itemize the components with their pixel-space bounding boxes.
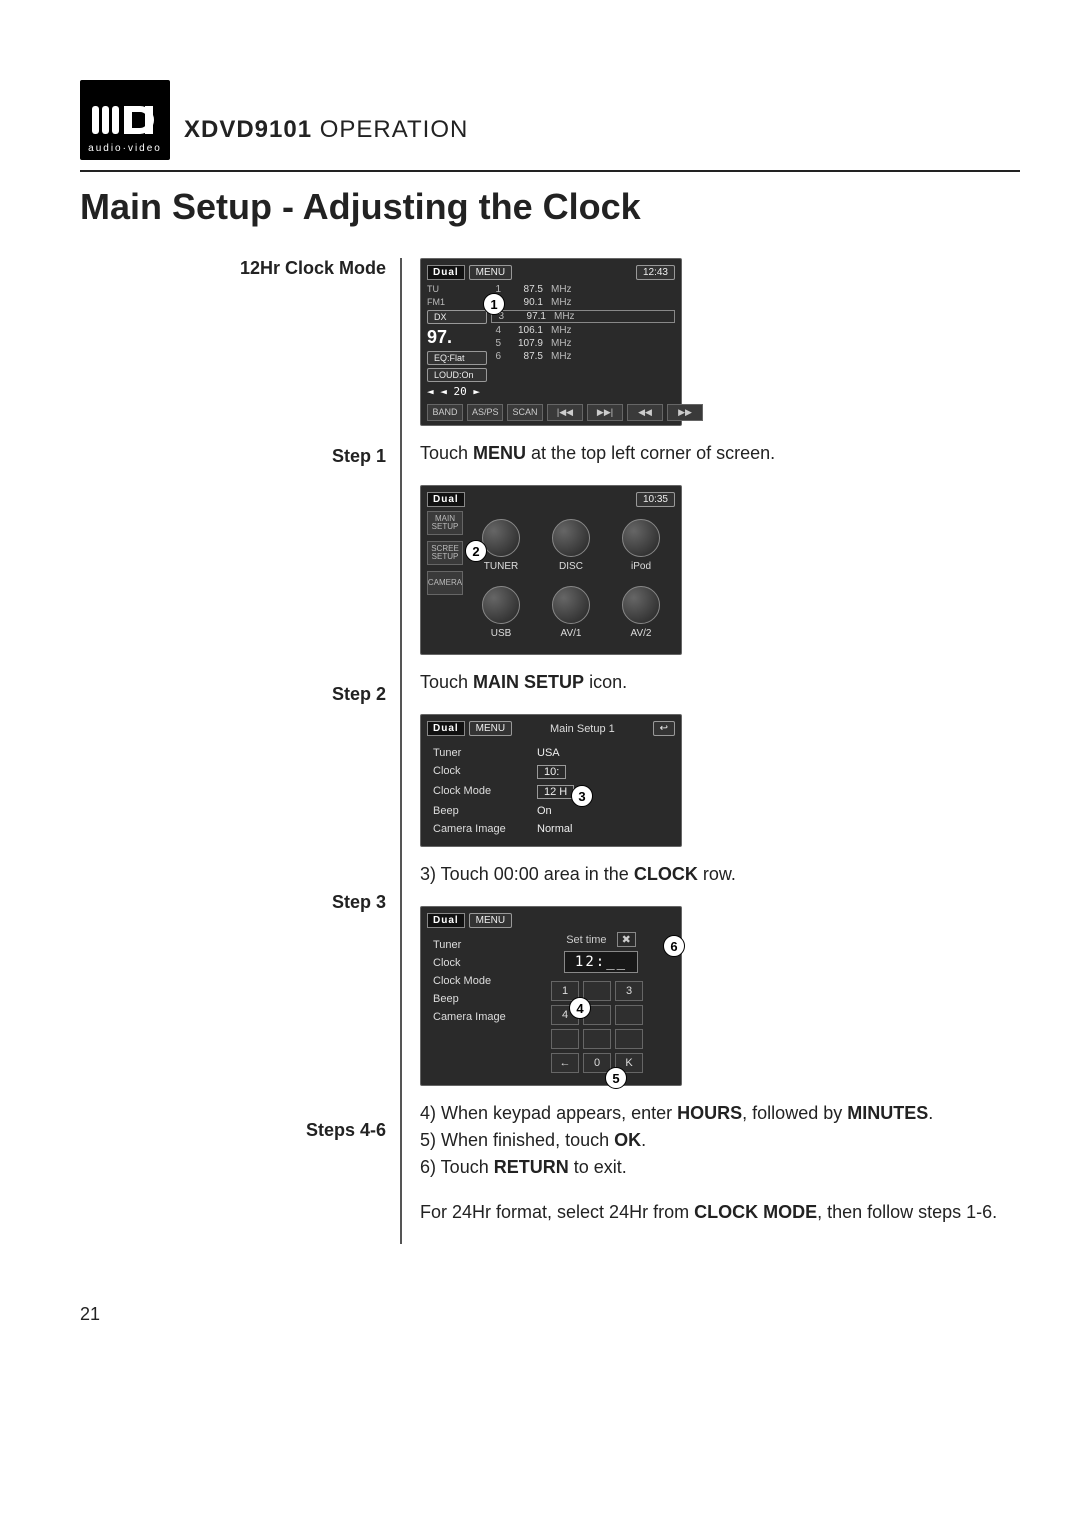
device-brand: Dual (427, 265, 465, 280)
preset-list: 187.5MHz 290.1MHz 397.1MHz 4106.1MHz 510… (491, 284, 675, 398)
key[interactable] (583, 1029, 611, 1049)
label-step1: Step 1 (190, 446, 386, 666)
settime-header: Set time ✖ (527, 932, 675, 947)
tag-eq: EQ:Flat (427, 351, 487, 365)
camera-icon[interactable]: CAMERA (427, 571, 463, 595)
steps46-text: 4) When keypad appears, enter HOURS, fol… (420, 1100, 1020, 1226)
right-column: Dual MENU 12:43 TU FM1 DX 97. EQ:Flat LO… (402, 258, 1020, 1244)
screenshot-setup1: Dual MENU Main Setup 1 ↩ TunerUSA Clock1… (420, 714, 682, 847)
usb-icon[interactable]: USB (473, 586, 529, 639)
volume-indicator: ◄ ◄ 20 ► (427, 385, 487, 398)
header-model: XDVD9101 (184, 116, 312, 143)
callout-6: 6 (663, 935, 685, 957)
brand-subtext: audio·video (88, 143, 162, 154)
preset-row: 290.1MHz (491, 297, 675, 308)
preset-row: 687.5MHz (491, 351, 675, 362)
preset-row: 187.5MHz (491, 284, 675, 295)
return-button[interactable]: ↩ (653, 721, 675, 736)
tag-dx: DX (427, 310, 487, 324)
scan-button[interactable]: SCAN (507, 404, 543, 421)
radio-buttons: BAND AS/PS SCAN |◀◀ ▶▶| ◀◀ ▶▶ (427, 404, 675, 421)
menu-button[interactable]: MENU (469, 721, 512, 736)
callout-3: 3 (571, 785, 593, 807)
key[interactable] (583, 981, 611, 1001)
disc-icon[interactable]: DISC (543, 519, 599, 572)
label-mode: 12Hr Clock Mode (190, 258, 386, 428)
page-number: 21 (80, 1304, 1020, 1325)
label-step2: Step 2 (190, 684, 386, 874)
row: Clock (427, 954, 527, 972)
tag-tu: TU (427, 284, 487, 294)
key[interactable] (551, 1029, 579, 1049)
preset-row: 4106.1MHz (491, 325, 675, 336)
tag-fm1: FM1 (427, 297, 487, 307)
numpad: 1 3 4 ← 0 K (547, 977, 655, 1077)
label-step3: Step 3 (190, 892, 386, 1102)
callout-2: 2 (465, 540, 487, 562)
setup-title: Main Setup 1 (516, 723, 648, 735)
screenshot-mainmenu: Dual 10:35 MAIN SETUP SCREE SETUP CAMERA… (420, 485, 682, 655)
tag-loud: LOUD:On (427, 368, 487, 382)
device-brand: Dual (427, 492, 465, 507)
setup-row-clock[interactable]: Clock10: (427, 762, 675, 782)
main-setup-icon[interactable]: MAIN SETUP (427, 511, 463, 535)
band-button[interactable]: BAND (427, 404, 463, 421)
menu-button[interactable]: MENU (469, 913, 512, 928)
row: Clock Mode (427, 972, 527, 990)
header-divider (80, 170, 1020, 172)
settime-left-list: Tuner Clock Clock Mode Beep Camera Image (427, 932, 527, 1077)
left-column: 12Hr Clock Mode Step 1 Step 2 Step 3 Ste… (190, 258, 400, 1244)
step2-text: Touch MAIN SETUP icon. (420, 669, 1020, 696)
time-display: 12:__ (564, 951, 638, 973)
forward-button[interactable]: ▶▶ (667, 404, 703, 421)
dual-logo-icon (90, 95, 160, 145)
big-frequency: 97. (427, 327, 487, 348)
callout-5: 5 (605, 1067, 627, 1089)
row: Beep (427, 990, 527, 1008)
device-brand: Dual (427, 913, 465, 928)
ipod-icon[interactable]: iPod (613, 519, 669, 572)
clock-display: 10:35 (636, 492, 675, 507)
key[interactable] (615, 1029, 643, 1049)
next-track-button[interactable]: ▶▶| (587, 404, 623, 421)
close-button[interactable]: ✖ (617, 932, 636, 947)
setup-row-camera: Camera ImageNormal (427, 820, 675, 838)
av2-icon[interactable]: AV/2 (613, 586, 669, 639)
content-grid: 12Hr Clock Mode Step 1 Step 2 Step 3 Ste… (190, 258, 1020, 1244)
clock-display: 12:43 (636, 265, 675, 280)
row: Tuner (427, 936, 527, 954)
menu-grid: TUNER DISC iPod USB AV/1 AV/2 (467, 511, 675, 647)
label-steps46: Steps 4-6 (190, 1120, 386, 1141)
preset-row-selected: 397.1MHz (491, 310, 675, 323)
av1-icon[interactable]: AV/1 (543, 586, 599, 639)
menu-button[interactable]: MENU (469, 265, 512, 280)
rewind-button[interactable]: ◀◀ (627, 404, 663, 421)
screenshot-settime: Dual MENU Tuner Clock Clock Mode Beep Ca… (420, 906, 682, 1086)
setup-row-beep: BeepOn (427, 802, 675, 820)
key[interactable] (615, 1005, 643, 1025)
callout-1: 1 (483, 293, 505, 315)
setup-row-tuner: TunerUSA (427, 744, 675, 762)
device-brand: Dual (427, 721, 465, 736)
brand-logo: audio·video (80, 80, 170, 160)
step1-text: Touch MENU at the top left corner of scr… (420, 440, 1020, 467)
setup-row-clockmode[interactable]: Clock Mode12 H (427, 782, 675, 802)
setup-list: TunerUSA Clock10: Clock Mode12 H BeepOn … (427, 740, 675, 842)
row: Camera Image (427, 1008, 527, 1026)
page-header: XDVD9101 OPERATION (184, 116, 468, 160)
asps-button[interactable]: AS/PS (467, 404, 503, 421)
step3-text: 3) Touch 00:00 area in the CLOCK row. (420, 861, 1020, 888)
key-3[interactable]: 3 (615, 981, 643, 1001)
header-row: audio·video XDVD9101 OPERATION (80, 80, 1020, 160)
screen-setup-icon[interactable]: SCREE SETUP (427, 541, 463, 565)
header-operation: OPERATION (320, 116, 469, 143)
key-back[interactable]: ← (551, 1053, 579, 1073)
page-title: Main Setup - Adjusting the Clock (80, 186, 1020, 228)
preset-row: 5107.9MHz (491, 338, 675, 349)
prev-track-button[interactable]: |◀◀ (547, 404, 583, 421)
screenshot-radio: Dual MENU 12:43 TU FM1 DX 97. EQ:Flat LO… (420, 258, 682, 426)
side-icons: MAIN SETUP SCREE SETUP CAMERA (427, 511, 461, 647)
callout-4: 4 (569, 997, 591, 1019)
